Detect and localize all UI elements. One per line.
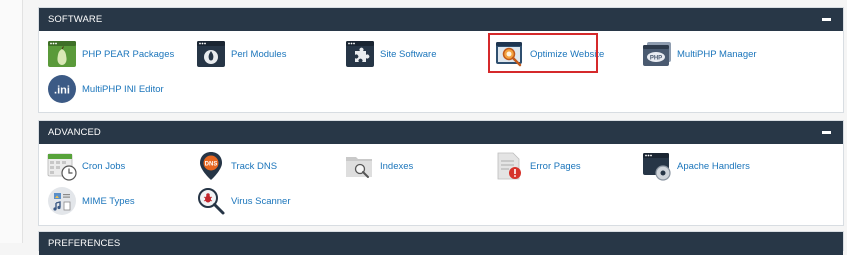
advanced-panel-title: ADVANCED bbox=[48, 127, 101, 138]
php-pear-packages-link[interactable]: PHP PEAR Packages bbox=[47, 39, 174, 69]
mime-types-icon bbox=[48, 187, 76, 215]
left-sidebar-edge bbox=[0, 0, 23, 243]
mime-types-label: MIME Types bbox=[82, 195, 135, 207]
multiphp-manager-label: MultiPHP Manager bbox=[677, 48, 757, 60]
site-software-label: Site Software bbox=[380, 48, 437, 60]
perl-modules-icon bbox=[197, 41, 225, 67]
multiphp-ini-editor-label: MultiPHP INI Editor bbox=[82, 83, 164, 95]
perl-modules-label: Perl Modules bbox=[231, 48, 287, 60]
apache-handlers-link[interactable]: Apache Handlers bbox=[642, 151, 750, 181]
software-panel-header[interactable]: SOFTWARE bbox=[39, 8, 843, 31]
track-dns-label: Track DNS bbox=[231, 160, 278, 172]
preferences-panel-header[interactable]: PREFERENCES bbox=[39, 232, 843, 255]
cron-jobs-link[interactable]: Cron Jobs bbox=[47, 151, 125, 181]
php-icon-text: PHP bbox=[650, 56, 662, 62]
cron-jobs-label: Cron Jobs bbox=[82, 160, 126, 172]
dns-icon-text: DNS bbox=[205, 162, 218, 168]
virus-scanner-icon bbox=[198, 188, 225, 215]
optimize-website-highlight bbox=[488, 33, 598, 73]
virus-scanner-label: Virus Scanner bbox=[231, 195, 291, 207]
mime-types-link[interactable]: MIME Types bbox=[47, 186, 135, 216]
multiphp-ini-editor-link[interactable]: .ini MultiPHP INI Editor bbox=[47, 74, 164, 104]
track-dns-link[interactable]: DNS Track DNS bbox=[196, 151, 277, 181]
multiphp-ini-editor-icon: .ini bbox=[48, 75, 76, 103]
ini-icon-text: .ini bbox=[54, 85, 70, 97]
perl-modules-link[interactable]: Perl Modules bbox=[196, 39, 286, 69]
advanced-panel-header[interactable]: ADVANCED bbox=[39, 121, 843, 144]
software-collapse-icon[interactable] bbox=[822, 18, 831, 21]
track-dns-icon: DNS bbox=[200, 152, 222, 180]
preferences-panel-title: PREFERENCES bbox=[48, 238, 121, 249]
error-pages-link[interactable]: Error Pages bbox=[495, 151, 581, 181]
multiphp-manager-link[interactable]: PHP MultiPHP Manager bbox=[642, 39, 757, 69]
advanced-collapse-icon[interactable] bbox=[822, 131, 831, 134]
site-software-link[interactable]: Site Software bbox=[345, 39, 437, 69]
multiphp-manager-icon: PHP bbox=[643, 42, 671, 66]
apache-handlers-label: Apache Handlers bbox=[677, 160, 750, 172]
site-software-icon bbox=[346, 41, 374, 67]
error-pages-label: Error Pages bbox=[530, 160, 581, 172]
apache-handlers-icon bbox=[643, 153, 671, 181]
cron-jobs-icon bbox=[47, 153, 77, 181]
php-pear-icon bbox=[48, 41, 76, 67]
php-pear-packages-label: PHP PEAR Packages bbox=[82, 48, 175, 60]
indexes-label: Indexes bbox=[380, 160, 414, 172]
virus-scanner-link[interactable]: Virus Scanner bbox=[196, 186, 291, 216]
indexes-icon bbox=[346, 157, 372, 178]
software-panel-title: SOFTWARE bbox=[48, 14, 103, 25]
preferences-panel: PREFERENCES bbox=[38, 231, 844, 255]
error-pages-icon bbox=[497, 152, 521, 180]
indexes-link[interactable]: Indexes bbox=[345, 151, 413, 181]
